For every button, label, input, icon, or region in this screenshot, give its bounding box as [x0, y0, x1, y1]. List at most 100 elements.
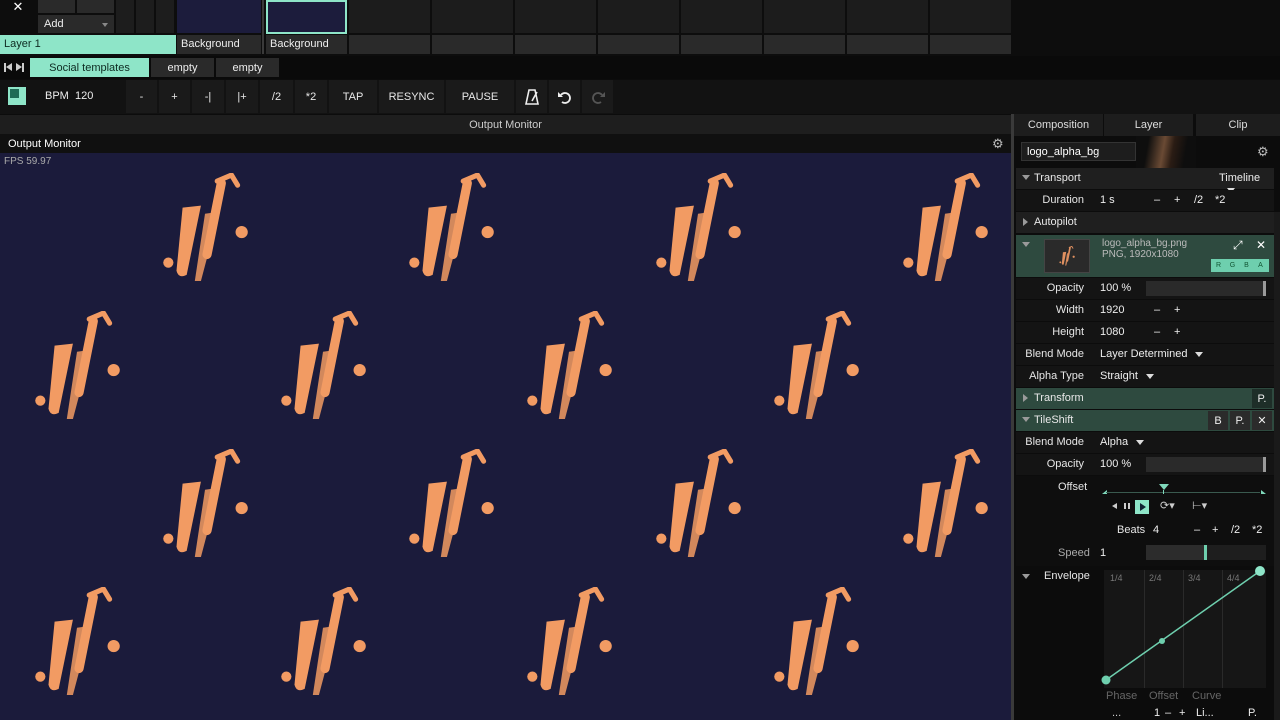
resync-button[interactable]: RESYNC	[379, 80, 444, 113]
envelope-bottom-p[interactable]: P.	[1248, 707, 1257, 719]
width-value[interactable]: 1920	[1100, 304, 1124, 316]
duration-half-button[interactable]: /2	[1194, 194, 1203, 206]
half-bpm-button[interactable]: /2	[260, 80, 293, 113]
envelope-bottom-dots[interactable]: ...	[1112, 707, 1121, 719]
empty-clip-slot[interactable]	[515, 0, 596, 33]
empty-clip-slot[interactable]	[930, 0, 1011, 33]
empty-clip-label[interactable]	[349, 35, 430, 54]
tileshift-section[interactable]: TileShift B P. ✕	[1016, 410, 1274, 431]
envelope-point-end[interactable]	[1255, 566, 1265, 576]
source-thumbnail[interactable]	[1044, 239, 1090, 273]
empty-clip-label[interactable]	[930, 35, 1011, 54]
channel-a[interactable]: A	[1255, 260, 1266, 271]
empty-clip-label[interactable]	[764, 35, 845, 54]
add-dropdown[interactable]: Add	[38, 15, 114, 33]
clip-label-2-box[interactable]: Background	[266, 35, 347, 54]
nudge-back-button[interactable]: -|	[192, 80, 224, 113]
deck-prev-icon[interactable]	[4, 63, 12, 72]
envelope-point-mid[interactable]	[1159, 638, 1165, 644]
empty-clip-slot[interactable]	[349, 0, 430, 33]
transform-p-button[interactable]: P.	[1252, 389, 1272, 408]
height-minus-button[interactable]: –	[1154, 326, 1160, 338]
undo-button[interactable]	[549, 80, 580, 113]
tileshift-opacity-value[interactable]: 100 %	[1100, 458, 1131, 470]
direction-icon[interactable]: ⊢▾	[1192, 499, 1207, 512]
channel-b[interactable]: B	[1241, 260, 1252, 271]
clip-label-1-box[interactable]: Background	[177, 35, 261, 54]
opacity-slider[interactable]	[1146, 281, 1266, 296]
empty-clip-label[interactable]	[681, 35, 762, 54]
height-plus-button[interactable]: +	[1174, 326, 1180, 338]
tab-clip[interactable]: Clip	[1196, 114, 1280, 136]
bpm-minus-button[interactable]: -	[126, 80, 157, 113]
envelope-bottom-one[interactable]: 1	[1154, 707, 1160, 719]
transport-section[interactable]: Transport Timeline	[1016, 168, 1274, 193]
duration-value[interactable]: 1 s	[1100, 194, 1115, 206]
envelope-footer-phase[interactable]: Phase	[1106, 690, 1137, 702]
envelope-curve[interactable]	[1101, 566, 1268, 690]
duration-plus-button[interactable]: +	[1174, 194, 1180, 206]
clip-thumb-1[interactable]	[177, 0, 261, 33]
empty-clip-slot[interactable]	[764, 0, 845, 33]
layer-mini-1[interactable]	[38, 0, 75, 13]
loop-icon[interactable]: ⟳▾	[1160, 499, 1175, 512]
envelope-bottom-plus[interactable]: +	[1179, 707, 1185, 719]
tileshift-blend-dropdown[interactable]: Alpha	[1100, 436, 1145, 448]
tab-composition[interactable]: Composition	[1014, 114, 1103, 136]
deck-next-icon[interactable]	[16, 63, 24, 72]
duration-minus-button[interactable]: –	[1154, 194, 1160, 206]
bpm-value[interactable]: 120	[75, 90, 93, 102]
alpha-type-dropdown[interactable]: Straight	[1100, 370, 1154, 382]
speed-value[interactable]: 1	[1100, 547, 1106, 559]
width-plus-button[interactable]: +	[1174, 304, 1180, 316]
metronome-button[interactable]	[516, 80, 547, 113]
empty-clip-label[interactable]	[432, 35, 513, 54]
reverse-icon[interactable]	[1112, 503, 1117, 509]
tileshift-opacity-slider[interactable]	[1146, 457, 1266, 472]
layer-button[interactable]: Layer 1	[0, 35, 176, 54]
nudge-forward-button[interactable]: |+	[226, 80, 258, 113]
expand-icon[interactable]: ⤢	[1233, 238, 1243, 253]
play-icon[interactable]	[1135, 500, 1149, 514]
opacity-value[interactable]: 100 %	[1100, 282, 1131, 294]
panel-gear-icon[interactable]: ⚙	[1257, 145, 1269, 158]
envelope-footer-curve[interactable]: Curve	[1192, 690, 1221, 702]
layer-mini-2[interactable]	[77, 0, 114, 13]
duration-double-button[interactable]: *2	[1215, 194, 1225, 206]
beats-value[interactable]: 4	[1153, 524, 1159, 536]
panel-scrollbar[interactable]	[1274, 212, 1280, 720]
beats-double-button[interactable]: *2	[1252, 524, 1262, 536]
deck-tab-social-templates[interactable]: Social templates	[30, 58, 149, 77]
output-canvas[interactable]: FPS 59.97	[0, 153, 1011, 720]
offset-timeline[interactable]	[1102, 484, 1266, 494]
speed-slider[interactable]	[1146, 545, 1266, 560]
tap-button[interactable]: TAP	[329, 80, 377, 113]
envelope-bottom-minus[interactable]: –	[1165, 707, 1171, 719]
envelope-footer-offset[interactable]: Offset	[1149, 690, 1178, 702]
redo-button[interactable]	[582, 80, 613, 113]
deck-tab-empty-1[interactable]: empty	[151, 58, 214, 77]
deck-tab-empty-2[interactable]: empty	[216, 58, 279, 77]
tileshift-b-button[interactable]: B	[1208, 411, 1228, 430]
empty-clip-label[interactable]	[847, 35, 928, 54]
layer-name-input[interactable]: logo_alpha_bg	[1021, 142, 1136, 161]
envelope-bottom-li[interactable]: Li...	[1196, 707, 1214, 719]
opacity-handle[interactable]	[1263, 281, 1266, 296]
close-button[interactable]: ✕	[0, 0, 36, 14]
offset-playhead[interactable]	[1159, 484, 1169, 490]
empty-clip-label[interactable]	[598, 35, 679, 54]
transform-section[interactable]: Transform P.	[1016, 388, 1274, 409]
speed-handle[interactable]	[1204, 545, 1207, 560]
empty-clip-slot[interactable]	[847, 0, 928, 33]
empty-clip-slot[interactable]	[598, 0, 679, 33]
tab-layer[interactable]: Layer	[1104, 114, 1193, 136]
width-minus-button[interactable]: –	[1154, 304, 1160, 316]
channel-r[interactable]: R	[1213, 260, 1224, 271]
tileshift-opacity-handle[interactable]	[1263, 457, 1266, 472]
height-value[interactable]: 1080	[1100, 326, 1124, 338]
clip-thumb-2[interactable]	[266, 0, 347, 34]
layout-toggle-icon[interactable]	[8, 87, 26, 105]
beats-half-button[interactable]: /2	[1231, 524, 1240, 536]
blend-mode-dropdown[interactable]: Layer Determined	[1100, 348, 1204, 360]
envelope-graph[interactable]: 1/4 2/4 3/4 4/4	[1101, 566, 1268, 690]
